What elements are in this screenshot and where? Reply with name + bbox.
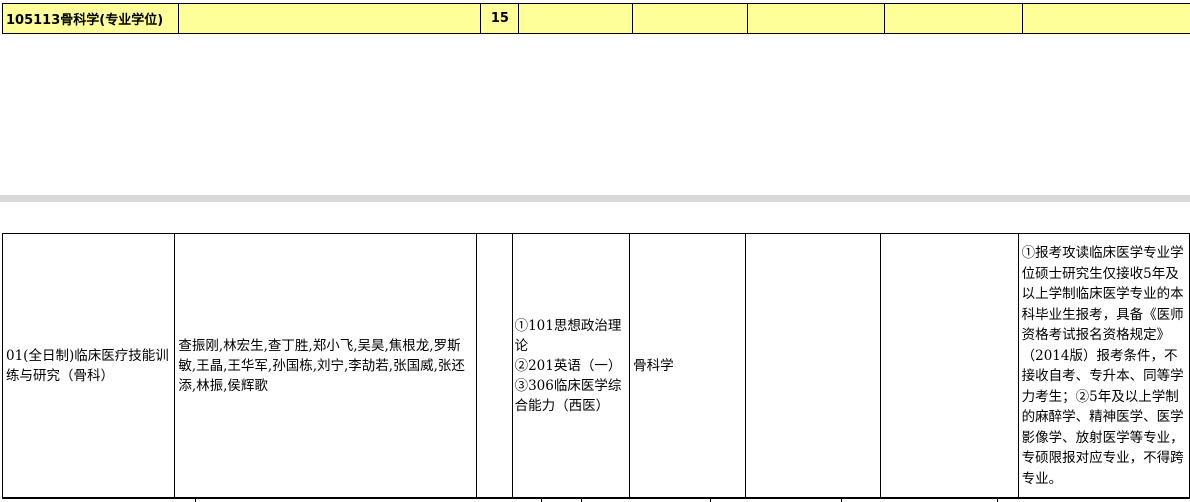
exam-subject-2: ②201英语（一） xyxy=(514,358,622,374)
blank-cell xyxy=(518,3,633,34)
direction-cell: 01(全日制)临床医疗技能训练与研究（骨科） xyxy=(1,233,176,499)
next-row-top-edge xyxy=(2,497,1190,502)
retest-subject-cell: 骨科学 xyxy=(629,233,746,499)
blank-cell xyxy=(631,3,748,34)
enrollment-count-cell: 15 xyxy=(480,3,520,34)
blank-cell xyxy=(178,3,482,34)
blank-cell xyxy=(746,3,885,34)
supervisors-cell: 查振刚,林宏生,查丁胜,郑小飞,吴昊,焦根龙,罗斯敏,王晶,王华军,孙国栋,刘宁… xyxy=(174,233,478,499)
notes-cell: ①报考攻读临床医学专业学位硕士研究生仅接收5年及以上学制临床医学专业的本科毕业生… xyxy=(1017,233,1190,499)
program-header-row: 105113骨科学(专业学位) 15 xyxy=(1,3,1190,34)
page-divider xyxy=(0,195,1190,202)
blank-cell xyxy=(744,233,882,499)
exam-subject-3: ③306临床医学综合能力（西医） xyxy=(514,378,622,414)
blank-cell xyxy=(476,233,513,499)
research-direction-row: 01(全日制)临床医疗技能训练与研究（骨科） 查振刚,林宏生,查丁胜,郑小飞,吴… xyxy=(1,233,1190,499)
exam-subject-1: ①101思想政治理论 xyxy=(514,318,622,354)
program-name-cell: 105113骨科学(专业学位) xyxy=(1,3,180,34)
blank-cell xyxy=(883,3,1024,34)
exam-subjects-cell: ①101思想政治理论 ②201英语（一） ③306临床医学综合能力（西医） xyxy=(511,233,631,499)
blank-cell xyxy=(880,233,1019,499)
blank-cell xyxy=(1022,3,1190,34)
